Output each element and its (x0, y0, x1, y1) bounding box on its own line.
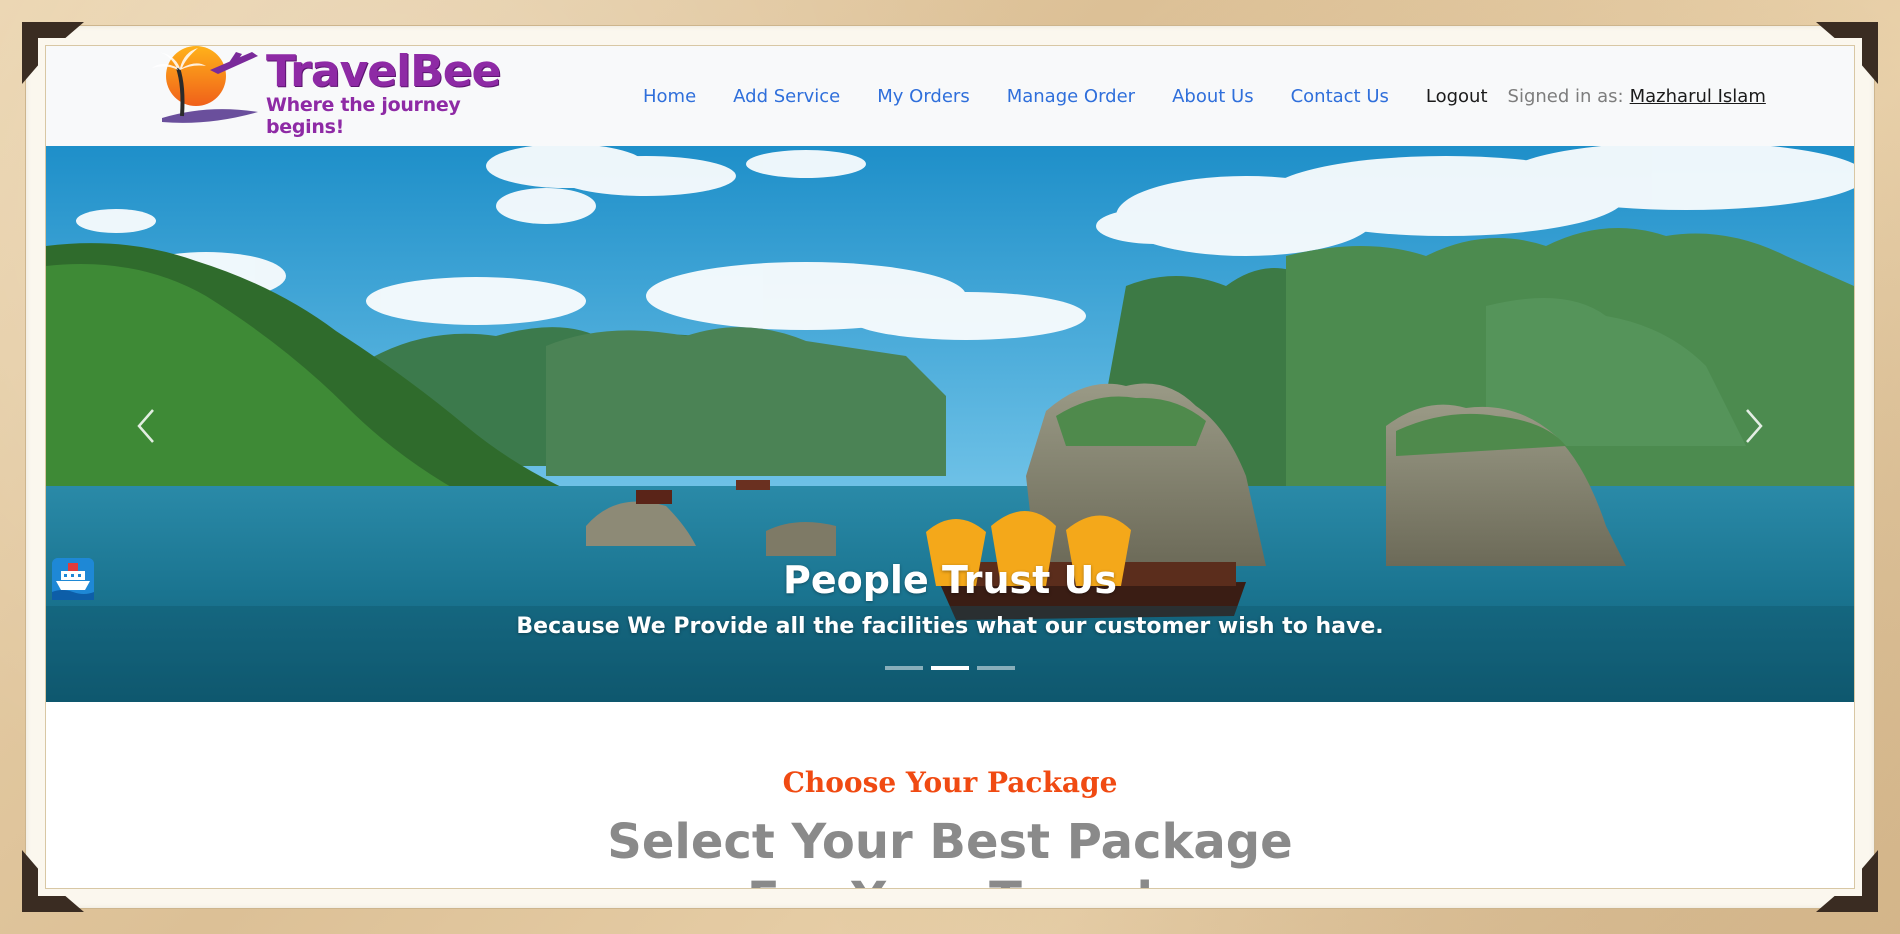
ship-icon (52, 558, 94, 600)
carousel-indicator-2[interactable] (931, 666, 969, 670)
frame-corner-top-left (22, 22, 84, 84)
main-nav: Home Add Service My Orders Manage Order … (643, 46, 1766, 146)
hero-carousel: People Trust Us Because We Provide all t… (46, 146, 1854, 702)
signed-in-label: Signed in as: (1507, 85, 1624, 107)
carousel-next-button[interactable] (1734, 396, 1774, 456)
logout-button[interactable]: Logout (1426, 86, 1488, 107)
carousel-prev-button[interactable] (126, 396, 166, 456)
carousel-indicator-1[interactable] (885, 666, 923, 670)
navbar: TravelBee Where the journey begins! Home… (46, 46, 1854, 146)
packages-heading-line1: Select Your Best Package (607, 814, 1293, 870)
chevron-right-icon (1746, 409, 1763, 443)
palm-sun-icon (152, 46, 258, 123)
frame-corner-bottom-right (1816, 850, 1878, 912)
nav-my-orders[interactable]: My Orders (877, 86, 969, 107)
travelbee-logo[interactable]: TravelBee Where the journey begins! (148, 46, 501, 138)
carousel-caption: People Trust Us Because We Provide all t… (46, 558, 1854, 639)
carousel-indicator-3[interactable] (977, 666, 1015, 670)
packages-heading-line2: For Your Travel (46, 871, 1854, 888)
chevron-left-icon (137, 409, 154, 443)
carousel-indicators (46, 666, 1854, 670)
packages-section: Choose Your Package Select Your Best Pac… (46, 702, 1854, 888)
frame-corner-top-right (1816, 22, 1878, 84)
nav-manage-order[interactable]: Manage Order (1007, 86, 1135, 107)
nav-add-service[interactable]: Add Service (733, 86, 840, 107)
carousel-title: People Trust Us (783, 558, 1117, 602)
packages-eyebrow: Choose Your Package (782, 766, 1118, 799)
web-page: TravelBee Where the journey begins! Home… (46, 46, 1854, 888)
frame-corner-bottom-left (22, 850, 84, 912)
carousel-text: Because We Provide all the facilities wh… (516, 614, 1384, 639)
brand-tagline: Where the journey begins! (266, 94, 461, 138)
brand-name: TravelBee (266, 46, 501, 97)
nav-contact-us[interactable]: Contact Us (1291, 86, 1389, 107)
carousel-title-row: People Trust Us (52, 558, 1117, 602)
signed-in-text: Signed in as: Mazharul Islam (1508, 86, 1766, 107)
packages-heading: Select Your Best Package For Your Travel (46, 813, 1854, 888)
nav-about-us[interactable]: About Us (1172, 86, 1254, 107)
signed-in-user-link[interactable]: Mazharul Islam (1630, 86, 1766, 107)
nav-home[interactable]: Home (643, 86, 696, 107)
